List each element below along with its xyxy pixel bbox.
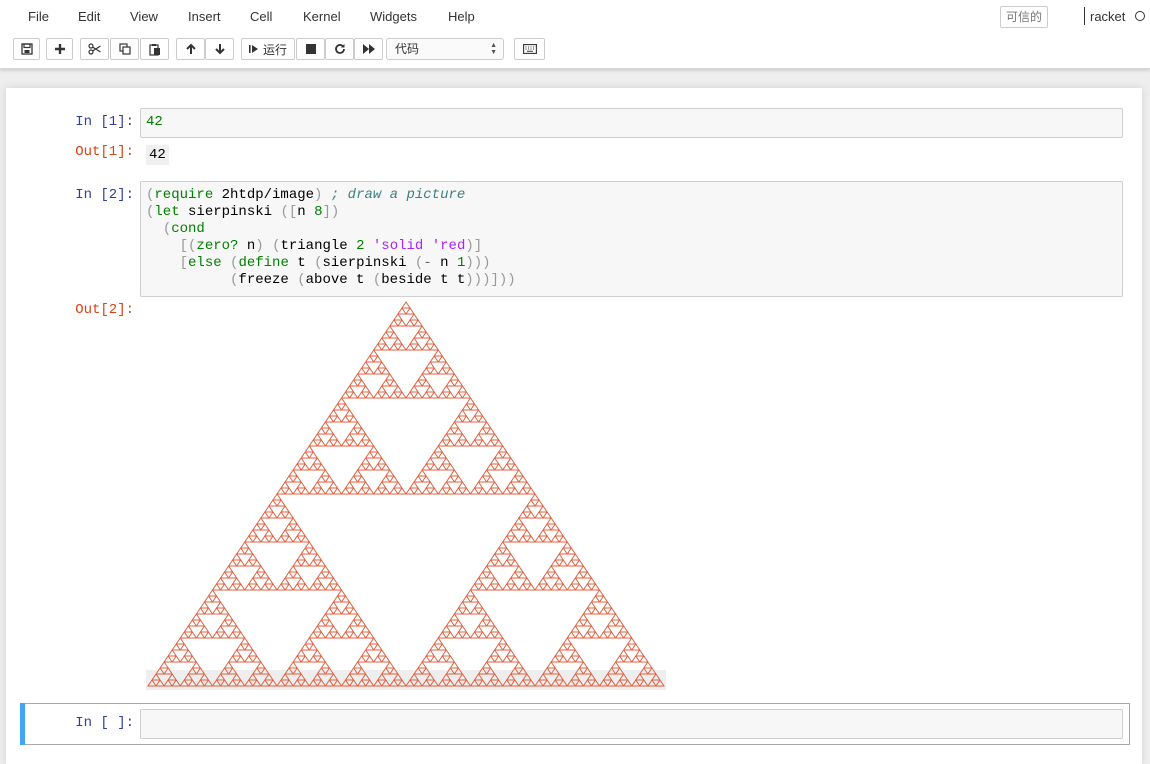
toolbar: 运行 代码 ▲ ▼	[0, 34, 1150, 69]
out-prompt-2: Out[2]:	[75, 302, 134, 318]
output-text-1: 42	[146, 145, 169, 165]
menu-bar: File Edit View Insert Cell Kernel Widget…	[0, 0, 1150, 35]
cell-type-value: 代码	[395, 42, 420, 56]
cell-type-select[interactable]: 代码 ▲ ▼	[386, 38, 504, 60]
save-icon	[20, 43, 33, 55]
code-cell-2-source: (require 2htdp/image) ; draw a picture (…	[141, 182, 1122, 289]
sierpinski-path	[147, 301, 665, 687]
select-arrows-icon: ▲ ▼	[490, 42, 497, 56]
interrupt-button[interactable]	[296, 38, 325, 60]
menu-kernel[interactable]: Kernel	[303, 9, 341, 24]
out-prompt-1: Out[1]:	[75, 144, 134, 160]
menu-insert[interactable]: Insert	[188, 9, 221, 24]
paste-icon	[148, 43, 160, 56]
code-cell-1-input[interactable]: 42	[140, 108, 1123, 138]
run-label: 运行	[262, 42, 287, 57]
in-prompt-1: In [1]:	[75, 114, 134, 130]
menu-help[interactable]: Help	[448, 9, 475, 24]
code-line-2: (let sierpinski ([n 8])	[146, 204, 340, 220]
code-cell-1-source: 42	[146, 114, 163, 130]
arrow-down-icon	[214, 44, 225, 55]
save-button[interactable]	[13, 38, 40, 60]
in-prompt-3: In [ ]:	[75, 715, 134, 731]
restart-run-all-button[interactable]	[354, 38, 383, 60]
sierpinski-triangle-image	[146, 301, 666, 690]
code-line-1: (require 2htdp/image) ; draw a picture	[146, 187, 466, 203]
plus-icon	[54, 44, 65, 54]
kernel-name[interactable]: racket	[1090, 9, 1125, 24]
menu-cell[interactable]: Cell	[250, 9, 272, 24]
code-line-3: (cond	[162, 221, 205, 237]
command-palette-button[interactable]	[514, 38, 545, 60]
paste-button[interactable]	[140, 38, 169, 60]
menu-widgets[interactable]: Widgets	[370, 9, 417, 24]
menu-edit[interactable]: Edit	[78, 9, 100, 24]
move-up-button[interactable]	[176, 38, 205, 60]
copy-icon	[118, 43, 131, 55]
code-cell-2-input[interactable]: (require 2htdp/image) ; draw a picture (…	[140, 181, 1123, 297]
trusted-indicator[interactable]: 可信的	[1000, 6, 1048, 28]
menu-view[interactable]: View	[130, 9, 158, 24]
restart-button[interactable]	[325, 38, 354, 60]
in-prompt-2: In [2]:	[75, 187, 134, 203]
kernel-idle-icon	[1135, 11, 1145, 21]
code-cell-3-input[interactable]	[140, 709, 1123, 739]
stop-icon	[305, 44, 316, 54]
copy-button[interactable]	[110, 38, 139, 60]
kernel-separator	[1084, 7, 1085, 25]
code-cell-3-source	[141, 710, 1122, 715]
keyboard-icon	[522, 44, 537, 54]
restart-icon	[334, 44, 345, 54]
run-button[interactable]: 运行	[241, 38, 295, 60]
insert-cell-button[interactable]	[46, 38, 73, 60]
code-line-6: (freeze (above t (beside t t)))]))	[230, 272, 516, 288]
move-down-button[interactable]	[205, 38, 234, 60]
cut-icon	[88, 43, 101, 55]
run-icon	[248, 45, 258, 53]
arrow-up-icon	[185, 43, 196, 54]
cut-button[interactable]	[80, 38, 109, 60]
menu-file[interactable]: File	[28, 9, 49, 24]
triangle-group	[147, 301, 665, 687]
code-line-5: [else (define t (sierpinski (- n 1)))	[179, 255, 491, 271]
code-line-4: [(zero? n) (triangle 2 'solid 'red)]	[179, 238, 483, 254]
fast-forward-icon	[362, 44, 375, 54]
